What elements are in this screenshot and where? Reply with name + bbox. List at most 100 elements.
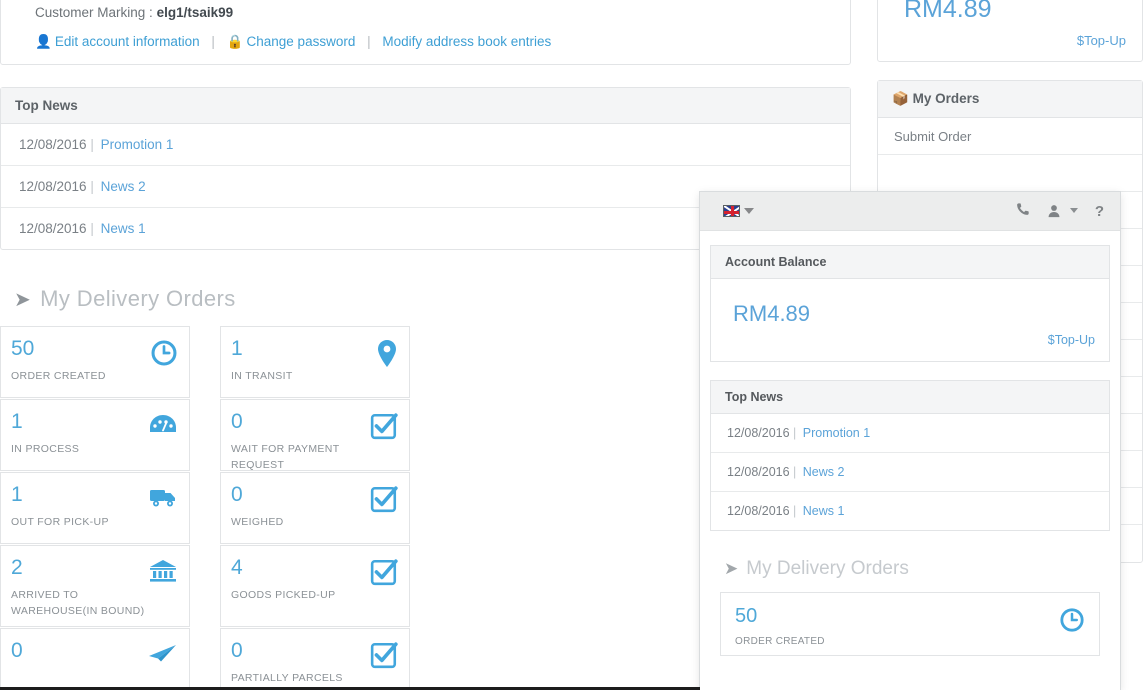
- overlay-news-separator: |: [793, 426, 797, 440]
- news-date: 12/08/2016: [19, 137, 87, 152]
- overlay-window[interactable]: ? Account Balance RM4.89 $Top-Up Top New…: [700, 192, 1120, 690]
- stat-card-weighed[interactable]: 0 WEIGHED: [220, 472, 410, 544]
- my-orders-title-label: My Orders: [912, 91, 980, 106]
- stat-card-goods-picked-up[interactable]: 4 GOODS PICKED-UP: [220, 545, 410, 627]
- stat-card-order-created[interactable]: 50 ORDER CREATED: [0, 326, 190, 398]
- delivery-orders-left-column: 50 ORDER CREATED 1 IN PROCESS 1 OUT FOR …: [0, 326, 190, 690]
- account-balance-amount: RM4.89: [904, 0, 992, 23]
- link-separator-1: |: [211, 34, 215, 49]
- account-card: Customer Marking : elg1/tsaik99 👤 Edit ac…: [0, 0, 851, 65]
- paper-plane-icon: [146, 641, 178, 674]
- my-orders-item-hidden[interactable]: [878, 155, 1142, 192]
- news-separator: |: [90, 221, 94, 236]
- change-password-link[interactable]: 🔒 Change password: [227, 34, 356, 49]
- news-date: 12/08/2016: [19, 179, 87, 194]
- overlay-news-date: 12/08/2016: [727, 465, 790, 479]
- news-date: 12/08/2016: [19, 221, 87, 236]
- stat-card-out-for-pick-up[interactable]: 1 OUT FOR PICK-UP: [0, 472, 190, 544]
- stat-label: WEIGHED: [231, 516, 284, 528]
- lock-icon: 🔒: [226, 34, 244, 49]
- stat-card-in-process[interactable]: 1 IN PROCESS: [0, 399, 190, 471]
- question-mark-icon[interactable]: ?: [1095, 203, 1104, 220]
- top-up-link[interactable]: $Top-Up: [1077, 33, 1126, 48]
- dollar-icon: $: [1076, 33, 1085, 48]
- stat-label: OUT FOR PICK-UP: [11, 516, 109, 528]
- overlay-delivery-orders-title: My Delivery Orders: [746, 558, 909, 579]
- clock-icon: [150, 339, 178, 372]
- overlay-account-balance-card: Account Balance RM4.89 $Top-Up: [710, 245, 1110, 362]
- overlay-top-news-card: Top News 12/08/2016 | Promotion 1 12/08/…: [710, 380, 1110, 531]
- map-marker-icon: [376, 339, 398, 374]
- check-square-icon: [370, 412, 398, 445]
- phone-icon[interactable]: [1016, 202, 1030, 221]
- overlay-news-link[interactable]: News 1: [803, 504, 845, 518]
- overlay-body: Account Balance RM4.89 $Top-Up Top News …: [700, 231, 1120, 656]
- stat-label: IN TRANSIT: [231, 370, 293, 382]
- stat-count: 1: [231, 337, 243, 360]
- overlay-toolbar: ?: [700, 192, 1120, 231]
- news-link[interactable]: News 2: [101, 179, 146, 194]
- dollar-icon: $: [1047, 333, 1055, 347]
- edit-account-information-label: Edit account information: [54, 34, 200, 49]
- news-separator: |: [90, 137, 94, 152]
- user-menu[interactable]: [1047, 202, 1078, 220]
- dashboard-icon: [148, 412, 178, 443]
- stat-card-wait-for-payment-request[interactable]: 0 WAIT FOR PAYMENT REQUEST: [220, 399, 410, 471]
- modify-address-book-link[interactable]: Modify address book entries: [382, 34, 551, 49]
- customer-marking: Customer Marking : elg1/tsaik99: [17, 0, 834, 20]
- stat-label: WAIT FOR PAYMENT REQUEST: [231, 443, 340, 472]
- overlay-news-link[interactable]: Promotion 1: [803, 426, 870, 440]
- delivery-orders-right-column: 1 IN TRANSIT 0 WAIT FOR PAYMENT REQUEST …: [220, 326, 410, 690]
- overlay-news-link[interactable]: News 2: [803, 465, 845, 479]
- check-square-icon: [370, 641, 398, 674]
- stat-label: ARRIVED TO WAREHOUSE(IN BOUND): [11, 589, 145, 618]
- delivery-orders-title: My Delivery Orders: [40, 286, 236, 311]
- overlay-stat-count: 50: [735, 605, 758, 627]
- news-link[interactable]: Promotion 1: [101, 137, 174, 152]
- language-selector[interactable]: [723, 205, 754, 217]
- overlay-news-date: 12/08/2016: [727, 426, 790, 440]
- paper-plane-icon: ➤: [724, 559, 739, 578]
- chevron-down-icon: [744, 208, 754, 214]
- link-separator-2: |: [367, 34, 371, 49]
- stat-label: IN PROCESS: [11, 443, 80, 455]
- truck-icon: [148, 485, 178, 514]
- overlay-news-separator: |: [793, 504, 797, 518]
- overlay-news-list-item[interactable]: 12/08/2016 | News 2: [711, 453, 1109, 492]
- uk-flag-icon: [723, 205, 740, 217]
- news-separator: |: [90, 179, 94, 194]
- stat-card-extra[interactable]: 0: [0, 628, 190, 690]
- overlay-account-balance-amount: RM4.89: [733, 301, 811, 326]
- customer-marking-value: elg1/tsaik99: [156, 5, 234, 20]
- overlay-top-news-title: Top News: [711, 381, 1109, 414]
- account-links: 👤 Edit account information | 🔒 Change pass…: [17, 20, 834, 50]
- news-link[interactable]: News 1: [101, 221, 146, 236]
- stat-card-partially-parcels-stock-in[interactable]: 0 PARTIALLY PARCELS STOCK IN: [220, 628, 410, 690]
- overlay-news-separator: |: [793, 465, 797, 479]
- clock-icon: [1059, 607, 1085, 638]
- customer-marking-label: Customer Marking :: [35, 5, 153, 20]
- overlay-top-up-label: Top-Up: [1054, 333, 1095, 347]
- overlay-account-balance-body: RM4.89 $Top-Up: [711, 279, 1109, 361]
- account-balance-card: RM4.89 $Top-Up: [877, 0, 1143, 62]
- stat-label: GOODS PICKED-UP: [231, 589, 336, 601]
- overlay-stat-label: ORDER CREATED: [735, 636, 825, 647]
- top-up-label: Top-Up: [1084, 33, 1126, 48]
- bank-icon: [148, 558, 178, 589]
- my-orders-item-submit-order[interactable]: Submit Order: [878, 118, 1142, 155]
- app-page: Customer Marking : elg1/tsaik99 👤 Edit ac…: [0, 0, 1145, 690]
- stat-card-arrived-to-warehouse[interactable]: 2 ARRIVED TO WAREHOUSE(IN BOUND): [0, 545, 190, 627]
- cube-icon: 📦: [892, 91, 909, 106]
- overlay-stat-card-order-created[interactable]: 50 ORDER CREATED: [720, 592, 1100, 656]
- edit-account-information-link[interactable]: 👤 Edit account information: [35, 34, 200, 49]
- change-password-label: Change password: [246, 34, 356, 49]
- news-list-item[interactable]: 12/08/2016 | Promotion 1: [1, 124, 850, 166]
- top-news-title: Top News: [1, 88, 850, 124]
- paper-plane-icon: ➤: [14, 288, 32, 311]
- stat-card-in-transit[interactable]: 1 IN TRANSIT: [220, 326, 410, 398]
- overlay-top-up-link[interactable]: $Top-Up: [1048, 333, 1095, 347]
- check-square-icon: [370, 485, 398, 518]
- overlay-news-list-item[interactable]: 12/08/2016 | News 1: [711, 492, 1109, 530]
- overlay-news-list-item[interactable]: 12/08/2016 | Promotion 1: [711, 414, 1109, 453]
- overlay-delivery-orders-heading: ➤ My Delivery Orders: [724, 558, 1110, 580]
